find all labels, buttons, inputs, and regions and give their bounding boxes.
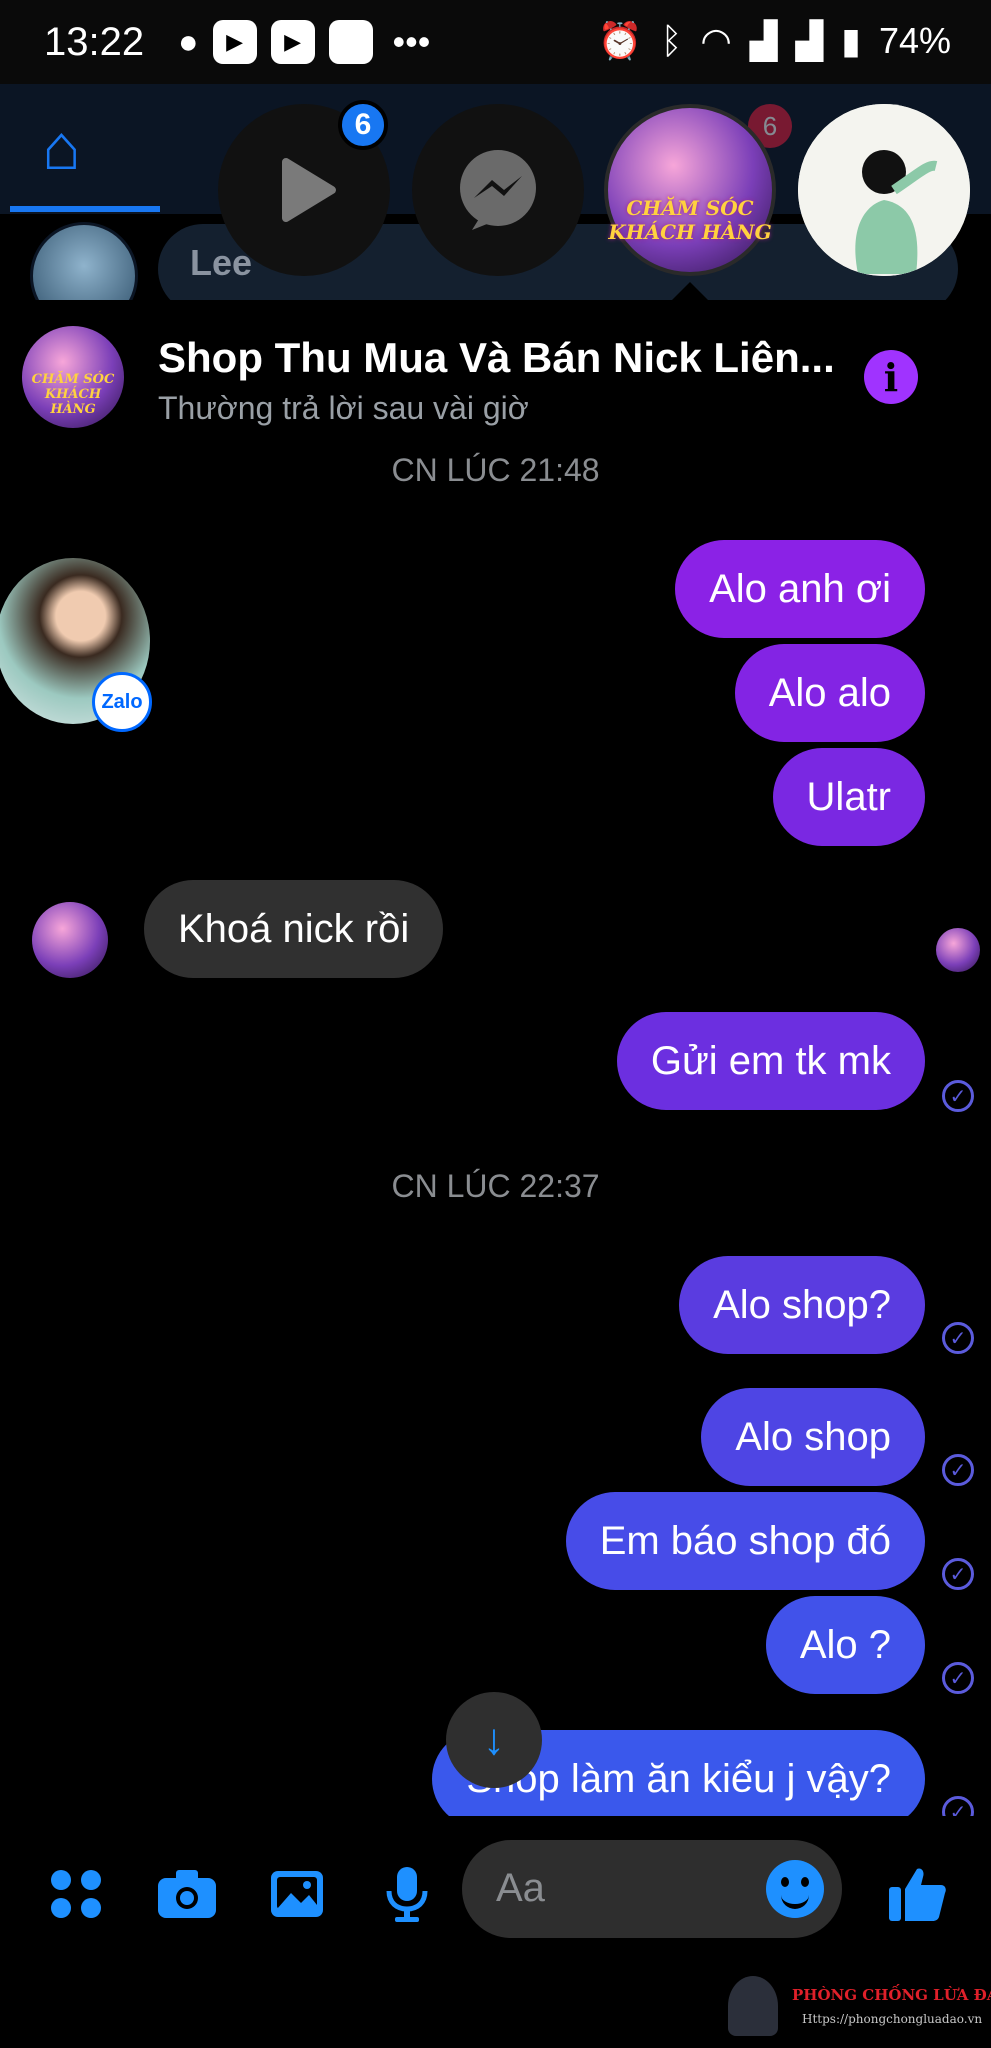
chat-head-messenger[interactable] xyxy=(412,104,584,276)
incoming-message[interactable]: Khoá nick rồi xyxy=(144,880,444,978)
info-button[interactable]: i xyxy=(864,350,918,404)
delivered-check-icon: ✓ xyxy=(942,1322,974,1354)
timestamp: CN LÚC 21:48 xyxy=(391,452,600,488)
shop-logo-line2: KHÁCH HÀNG xyxy=(44,386,102,417)
outgoing-message[interactable]: Alo alo xyxy=(734,644,925,742)
chat-head-shop[interactable]: CHĂM SÓC KHÁCH HÀNG xyxy=(604,104,776,276)
avatar xyxy=(798,104,970,276)
zalo-badge: Zalo xyxy=(92,672,152,732)
signal-icon: ▟ xyxy=(795,20,824,61)
watermark: PHÒNG CHỐNG LỪA ĐẢO Https://phongchonglu… xyxy=(728,1976,991,2042)
like-button[interactable] xyxy=(882,1862,952,1926)
delivered-check-icon: ✓ xyxy=(942,1080,974,1112)
more-icon: ••• xyxy=(392,21,431,62)
notification-icons: ● ▶ ▶ ••• xyxy=(178,20,430,64)
chat-bubble-icon: ● xyxy=(178,22,199,61)
shop-logo-line1: CHĂM SÓC xyxy=(626,196,754,220)
outgoing-message[interactable]: Alo ? xyxy=(765,1596,925,1694)
delivered-check-icon: ✓ xyxy=(942,1454,974,1486)
outgoing-message[interactable]: Gửi em tk mk xyxy=(616,1012,925,1110)
chat-head-pointer xyxy=(672,282,708,300)
voice-button[interactable] xyxy=(372,1862,442,1926)
status-bar: 13:22 ● ▶ ▶ ••• ⏰ ᛒ ◠ ▟ ▟ ▮ 74% xyxy=(0,0,991,84)
watermark-url: Https://phongchongluadao.vn xyxy=(802,2012,983,2026)
conversation-subtitle: Thường trả lời sau vài giờ xyxy=(158,390,529,426)
message-input-placeholder: Aa xyxy=(496,1866,545,1910)
camera-button[interactable] xyxy=(152,1862,222,1926)
battery-percent: 74% xyxy=(878,20,951,61)
video-app-icon: ▶ xyxy=(270,20,315,64)
image-icon xyxy=(271,1871,323,1917)
outgoing-message[interactable]: Alo shop xyxy=(701,1388,925,1486)
emoji-icon[interactable] xyxy=(766,1860,824,1918)
chat-head-contact[interactable] xyxy=(798,104,970,276)
shop-logo-line2: KHÁCH HÀNG xyxy=(608,220,772,244)
thumbs-up-icon xyxy=(889,1868,946,1921)
shop-logo: CHĂM SÓC KHÁCH HÀNG xyxy=(22,372,124,417)
scroll-to-bottom-button[interactable]: ↓ xyxy=(446,1692,542,1788)
camera-icon xyxy=(158,1870,216,1918)
spy-logo-icon xyxy=(728,1976,778,2036)
delivered-check-icon: ✓ xyxy=(942,1662,974,1694)
home-icon[interactable]: ⌂ xyxy=(42,110,81,184)
shop-logo: CHĂM SÓC KHÁCH HÀNG xyxy=(608,196,771,244)
bluetooth-icon: ᛒ xyxy=(660,20,683,61)
delivered-check-icon: ✓ xyxy=(942,1558,974,1590)
read-receipt-avatar xyxy=(936,928,980,972)
outgoing-message[interactable]: Alo shop? xyxy=(679,1256,925,1354)
conversation-avatar[interactable]: CHĂM SÓC KHÁCH HÀNG xyxy=(22,326,124,428)
microphone-icon xyxy=(386,1867,428,1922)
grid-icon xyxy=(51,1870,103,1918)
battery-icon: ▮ xyxy=(841,20,861,61)
outgoing-message[interactable]: Alo anh ơi xyxy=(675,540,925,638)
gallery-button[interactable] xyxy=(262,1862,332,1926)
system-icons: ⏰ ᛒ ◠ ▟ ▟ ▮ 74% xyxy=(598,20,951,62)
home-tab-indicator xyxy=(10,206,160,212)
notification-badge: 6 xyxy=(338,100,388,150)
wifi-icon: ◠ xyxy=(700,20,732,61)
alarm-icon: ⏰ xyxy=(597,20,643,61)
timestamp: CN LÚC 22:37 xyxy=(391,1168,600,1204)
video-app-icon: ▶ xyxy=(212,20,257,64)
sender-avatar xyxy=(32,902,108,978)
more-actions-button[interactable] xyxy=(42,1862,112,1926)
outgoing-message[interactable]: Ulatr xyxy=(772,748,925,846)
signal-icon: ▟ xyxy=(749,20,778,61)
messenger-icon xyxy=(460,150,536,230)
play-icon xyxy=(282,158,336,222)
app-icon xyxy=(328,20,373,64)
shop-logo-line1: CHĂM SÓC xyxy=(31,371,115,387)
conversation-title[interactable]: Shop Thu Mua Và Bán Nick Liên... xyxy=(158,334,838,382)
info-icon: i xyxy=(883,354,899,400)
watermark-title: PHÒNG CHỐNG LỪA ĐẢO xyxy=(792,1986,991,2004)
arrow-down-icon: ↓ xyxy=(483,1715,505,1764)
outgoing-message[interactable]: Em báo shop đó xyxy=(565,1492,925,1590)
clock: 13:22 xyxy=(44,20,145,64)
